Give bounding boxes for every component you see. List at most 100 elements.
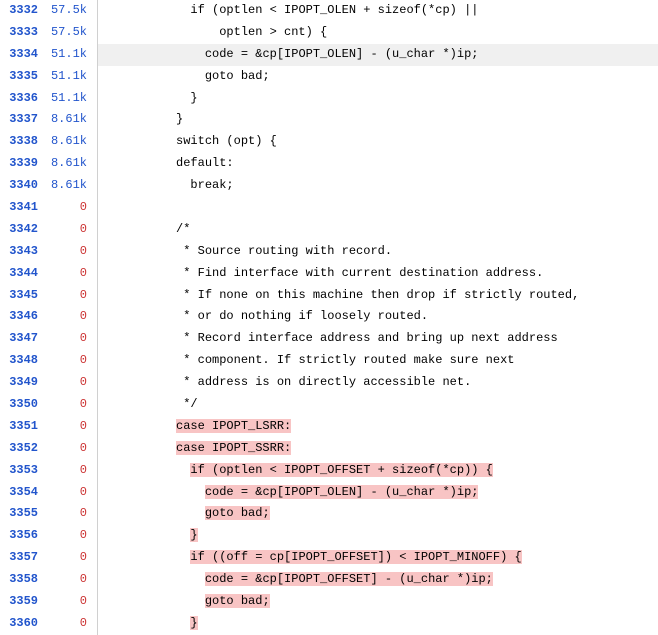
hit-count: 8.61k (46, 131, 98, 153)
code-text[interactable]: code = &cp[IPOPT_OLEN] - (u_char *)ip; (98, 482, 658, 504)
code-row[interactable]: 33450 * If none on this machine then dro… (0, 285, 658, 307)
code-row[interactable]: 33408.61k break; (0, 175, 658, 197)
code-row[interactable]: 33480 * component. If strictly routed ma… (0, 350, 658, 372)
line-number[interactable]: 3349 (0, 372, 46, 394)
hit-count: 0 (46, 197, 98, 219)
line-number[interactable]: 3355 (0, 503, 46, 525)
hit-count: 8.61k (46, 153, 98, 175)
code-row[interactable]: 33540 code = &cp[IPOPT_OLEN] - (u_char *… (0, 482, 658, 504)
hit-count: 0 (46, 525, 98, 547)
line-number[interactable]: 3342 (0, 219, 46, 241)
code-text[interactable]: goto bad; (98, 503, 658, 525)
code-text[interactable]: if ((off = cp[IPOPT_OFFSET]) < IPOPT_MIN… (98, 547, 658, 569)
line-number[interactable]: 3353 (0, 460, 46, 482)
code-text[interactable]: * If none on this machine then drop if s… (98, 285, 658, 307)
code-text[interactable]: if (optlen < IPOPT_OFFSET + sizeof(*cp))… (98, 460, 658, 482)
code-row[interactable]: 33600 } (0, 613, 658, 635)
line-number[interactable]: 3339 (0, 153, 46, 175)
code-row[interactable]: 33590 goto bad; (0, 591, 658, 613)
code-text[interactable]: case IPOPT_SSRR: (98, 438, 658, 460)
code-text[interactable]: } (98, 613, 658, 635)
code-text[interactable]: } (98, 88, 658, 110)
line-number[interactable]: 3350 (0, 394, 46, 416)
code-text[interactable]: */ (98, 394, 658, 416)
hit-count: 0 (46, 350, 98, 372)
code-text[interactable]: * or do nothing if loosely routed. (98, 306, 658, 328)
hit-count: 0 (46, 613, 98, 635)
code-text[interactable]: switch (opt) { (98, 131, 658, 153)
code-text[interactable]: case IPOPT_LSRR: (98, 416, 658, 438)
hit-count: 51.1k (46, 66, 98, 88)
code-row[interactable]: 33500 */ (0, 394, 658, 416)
code-text[interactable]: /* (98, 219, 658, 241)
code-row[interactable]: 33470 * Record interface address and bri… (0, 328, 658, 350)
code-text[interactable]: * Source routing with record. (98, 241, 658, 263)
code-row[interactable]: 33440 * Find interface with current dest… (0, 263, 658, 285)
code-row[interactable]: 33580 code = &cp[IPOPT_OFFSET] - (u_char… (0, 569, 658, 591)
code-row[interactable]: 333357.5k optlen > cnt) { (0, 22, 658, 44)
line-number[interactable]: 3348 (0, 350, 46, 372)
line-number[interactable]: 3336 (0, 88, 46, 110)
code-row[interactable]: 33388.61k switch (opt) { (0, 131, 658, 153)
code-text[interactable]: * component. If strictly routed make sur… (98, 350, 658, 372)
hit-count: 0 (46, 263, 98, 285)
line-number[interactable]: 3340 (0, 175, 46, 197)
code-text[interactable]: code = &cp[IPOPT_OLEN] - (u_char *)ip; (98, 44, 658, 66)
line-number[interactable]: 3354 (0, 482, 46, 504)
hit-count: 0 (46, 547, 98, 569)
code-text[interactable]: if (optlen < IPOPT_OLEN + sizeof(*cp) || (98, 0, 658, 22)
code-row[interactable]: 33560 } (0, 525, 658, 547)
code-text[interactable]: code = &cp[IPOPT_OFFSET] - (u_char *)ip; (98, 569, 658, 591)
code-row[interactable]: 333651.1k } (0, 88, 658, 110)
line-number[interactable]: 3346 (0, 306, 46, 328)
code-text[interactable]: goto bad; (98, 591, 658, 613)
code-row[interactable]: 33530 if (optlen < IPOPT_OFFSET + sizeof… (0, 460, 658, 482)
line-number[interactable]: 3337 (0, 109, 46, 131)
line-number[interactable]: 3338 (0, 131, 46, 153)
line-number[interactable]: 3357 (0, 547, 46, 569)
line-number[interactable]: 3356 (0, 525, 46, 547)
code-row[interactable]: 33570 if ((off = cp[IPOPT_OFFSET]) < IPO… (0, 547, 658, 569)
code-text[interactable]: break; (98, 175, 658, 197)
hit-count: 57.5k (46, 0, 98, 22)
line-number[interactable]: 3360 (0, 613, 46, 635)
line-number[interactable]: 3335 (0, 66, 46, 88)
code-text[interactable]: * Find interface with current destinatio… (98, 263, 658, 285)
code-row[interactable]: 33410 (0, 197, 658, 219)
line-number[interactable]: 3351 (0, 416, 46, 438)
code-row[interactable]: 33460 * or do nothing if loosely routed. (0, 306, 658, 328)
line-number[interactable]: 3352 (0, 438, 46, 460)
code-row[interactable]: 33520 case IPOPT_SSRR: (0, 438, 658, 460)
line-number[interactable]: 3358 (0, 569, 46, 591)
line-number[interactable]: 3347 (0, 328, 46, 350)
code-row[interactable]: 33378.61k } (0, 109, 658, 131)
line-number[interactable]: 3332 (0, 0, 46, 22)
line-number[interactable]: 3345 (0, 285, 46, 307)
line-number[interactable]: 3344 (0, 263, 46, 285)
code-text[interactable]: } (98, 109, 658, 131)
line-number[interactable]: 3334 (0, 44, 46, 66)
line-number[interactable]: 3341 (0, 197, 46, 219)
line-number[interactable]: 3333 (0, 22, 46, 44)
code-row[interactable]: 333551.1k goto bad; (0, 66, 658, 88)
code-row[interactable]: 33420 /* (0, 219, 658, 241)
code-text[interactable]: default: (98, 153, 658, 175)
code-row[interactable]: 33398.61k default: (0, 153, 658, 175)
code-row[interactable]: 333257.5k if (optlen < IPOPT_OLEN + size… (0, 0, 658, 22)
hit-count: 0 (46, 306, 98, 328)
code-row[interactable]: 333451.1k code = &cp[IPOPT_OLEN] - (u_ch… (0, 44, 658, 66)
line-number[interactable]: 3343 (0, 241, 46, 263)
code-row[interactable]: 33550 goto bad; (0, 503, 658, 525)
hit-count: 0 (46, 328, 98, 350)
code-text[interactable]: goto bad; (98, 66, 658, 88)
code-text[interactable]: } (98, 525, 658, 547)
code-text[interactable] (98, 197, 658, 219)
code-text[interactable]: optlen > cnt) { (98, 22, 658, 44)
code-row[interactable]: 33510 case IPOPT_LSRR: (0, 416, 658, 438)
code-text[interactable]: * address is on directly accessible net. (98, 372, 658, 394)
code-row[interactable]: 33490 * address is on directly accessibl… (0, 372, 658, 394)
line-number[interactable]: 3359 (0, 591, 46, 613)
code-text[interactable]: * Record interface address and bring up … (98, 328, 658, 350)
hit-count: 8.61k (46, 175, 98, 197)
code-row[interactable]: 33430 * Source routing with record. (0, 241, 658, 263)
